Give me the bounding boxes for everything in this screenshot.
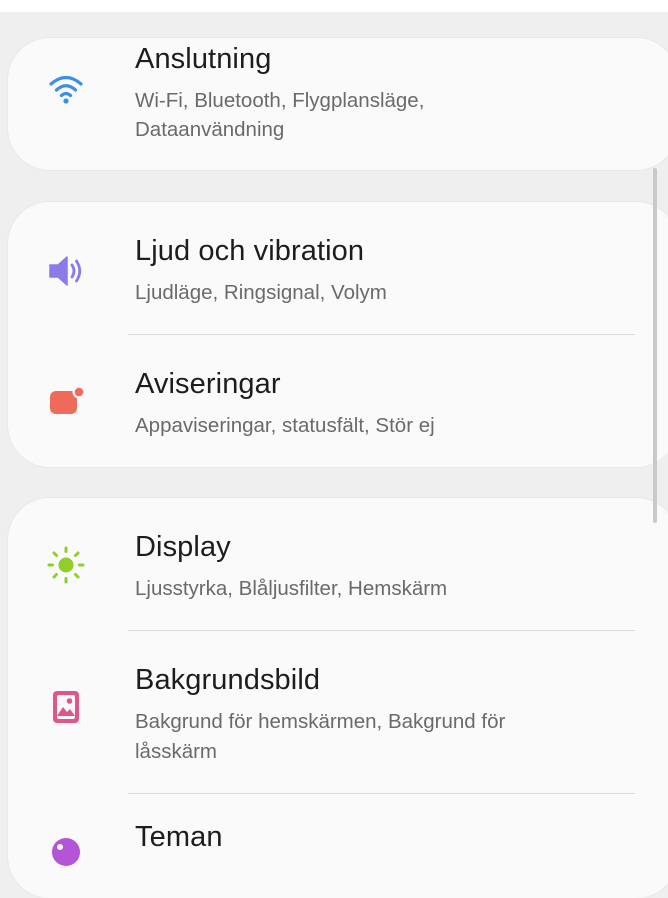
settings-item-title: Display [135,531,231,563]
settings-card-connections: Anslutning Wi-Fi, Bluetooth, Flygplanslä… [8,38,668,170]
settings-item-connections[interactable]: Anslutning Wi-Fi, Bluetooth, Flygplanslä… [8,38,668,170]
settings-card-sound-notifications: Ljud och vibration Ljudläge, Ringsignal,… [8,202,668,467]
settings-item-title: Ljud och vibration [135,235,365,267]
settings-item-subtitle: Appaviseringar, statusfält, Stör ej [135,414,435,437]
settings-item-sound[interactable]: Ljud och vibration Ljudläge, Ringsignal,… [8,202,668,335]
settings-item-display[interactable]: Display Ljusstyrka, Blåljusfilter, Hemsk… [8,498,668,631]
settings-item-subtitle: Ljusstyrka, Blåljusfilter, Hemskärm [135,577,448,600]
brightness-icon [46,545,86,585]
settings-item-subtitle: Dataanvändning [135,118,285,141]
settings-item-subtitle: Ljudläge, Ringsignal, Volym [135,281,387,304]
settings-item-title: Anslutning [135,43,272,75]
settings-item-themes[interactable]: Teman [8,794,668,898]
notification-icon [46,382,86,422]
wallpaper-icon [46,687,86,727]
settings-item-title: Bakgrundsbild [135,664,321,696]
settings-item-notifications[interactable]: Aviseringar Appaviseringar, statusfält, … [8,335,668,467]
settings-item-subtitle: Wi-Fi, Bluetooth, Flygplansläge, [135,89,425,112]
settings-item-wallpaper[interactable]: Bakgrundsbild Bakgrund för hemskärmen, B… [8,631,668,793]
top-edge [0,0,668,12]
settings-item-title: Aviseringar [135,368,281,400]
volume-icon [46,251,86,291]
settings-item-subtitle: Bakgrund för hemskärmen, Bakgrund för [135,710,506,733]
scrollbar[interactable] [653,168,657,523]
settings-item-title: Teman [135,821,223,853]
themes-icon [46,832,86,872]
wifi-icon [46,68,86,108]
settings-item-subtitle: låsskärm [135,740,218,763]
settings-card-display: Display Ljusstyrka, Blåljusfilter, Hemsk… [8,498,668,898]
